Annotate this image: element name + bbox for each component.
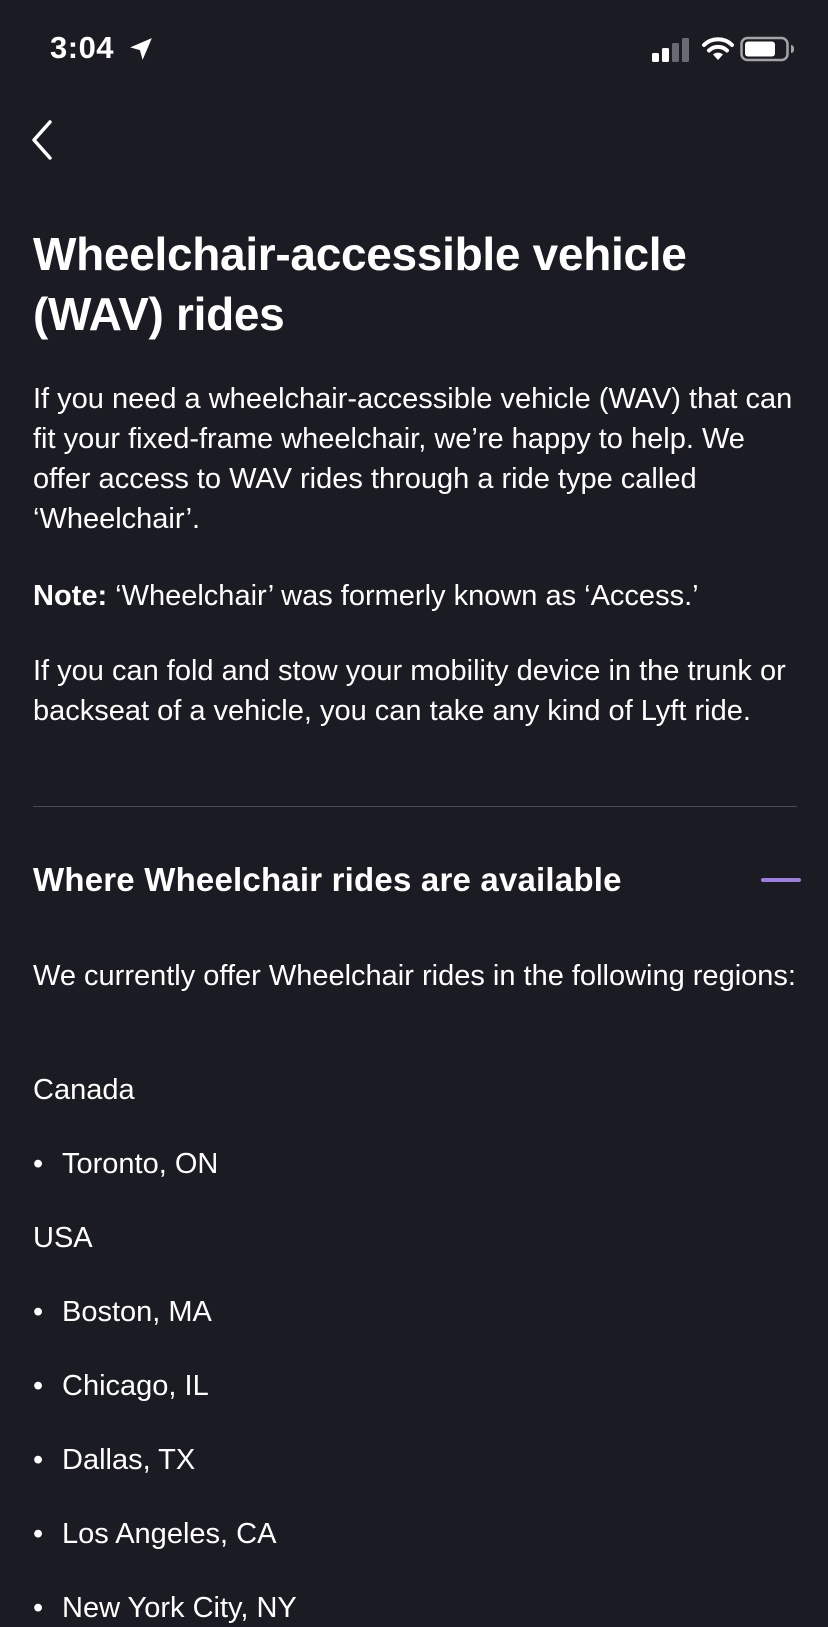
section-intro: We currently offer Wheelchair rides in t… xyxy=(33,960,796,992)
minus-collapse-icon[interactable] xyxy=(761,878,801,882)
divider xyxy=(33,806,797,807)
status-time: 3:04 xyxy=(50,30,115,65)
availability-section-header[interactable]: Where Wheelchair rides are available xyxy=(33,858,803,914)
bullet: • xyxy=(33,1444,44,1476)
help-article-screen: 3:04 Wheelchair-accessible vehicle (WAV)… xyxy=(0,0,828,1627)
status-bar: 3:04 xyxy=(0,0,828,100)
region-group-usa: USA xyxy=(33,1222,93,1254)
bullet: • xyxy=(33,1518,44,1550)
note-label: Note: xyxy=(33,580,108,612)
battery-icon xyxy=(740,36,794,62)
chevron-left-icon xyxy=(32,120,52,160)
note-text: ‘Wheelchair’ was formerly known as ‘Acce… xyxy=(107,580,699,612)
location-arrow-icon xyxy=(130,38,152,60)
bullet: • xyxy=(33,1148,44,1180)
intro-paragraph: If you need a wheelchair-accessible vehi… xyxy=(33,383,793,535)
back-button[interactable] xyxy=(24,110,72,166)
region-name: Boston, MA xyxy=(62,1296,212,1328)
section-title: Where Wheelchair rides are available xyxy=(33,861,622,898)
note-paragraph: Note: ‘Wheelchair’ was formerly known as… xyxy=(33,576,803,616)
region-name: Los Angeles, CA xyxy=(62,1518,277,1550)
bullet: • xyxy=(33,1370,44,1402)
bullet: • xyxy=(33,1592,44,1624)
page-title: Wheelchair-accessible vehicle (WAV) ride… xyxy=(33,228,687,340)
region-name: Chicago, IL xyxy=(62,1370,209,1402)
region-group-canada: Canada xyxy=(33,1074,135,1106)
cellular-signal-icon xyxy=(652,38,689,62)
wifi-icon xyxy=(702,37,734,60)
region-name: New York City, NY xyxy=(62,1592,297,1624)
region-name: Toronto, ON xyxy=(62,1148,219,1180)
region-name: Dallas, TX xyxy=(62,1444,196,1476)
fold-paragraph: If you can fold and stow your mobility d… xyxy=(33,655,786,727)
bullet: • xyxy=(33,1296,44,1328)
